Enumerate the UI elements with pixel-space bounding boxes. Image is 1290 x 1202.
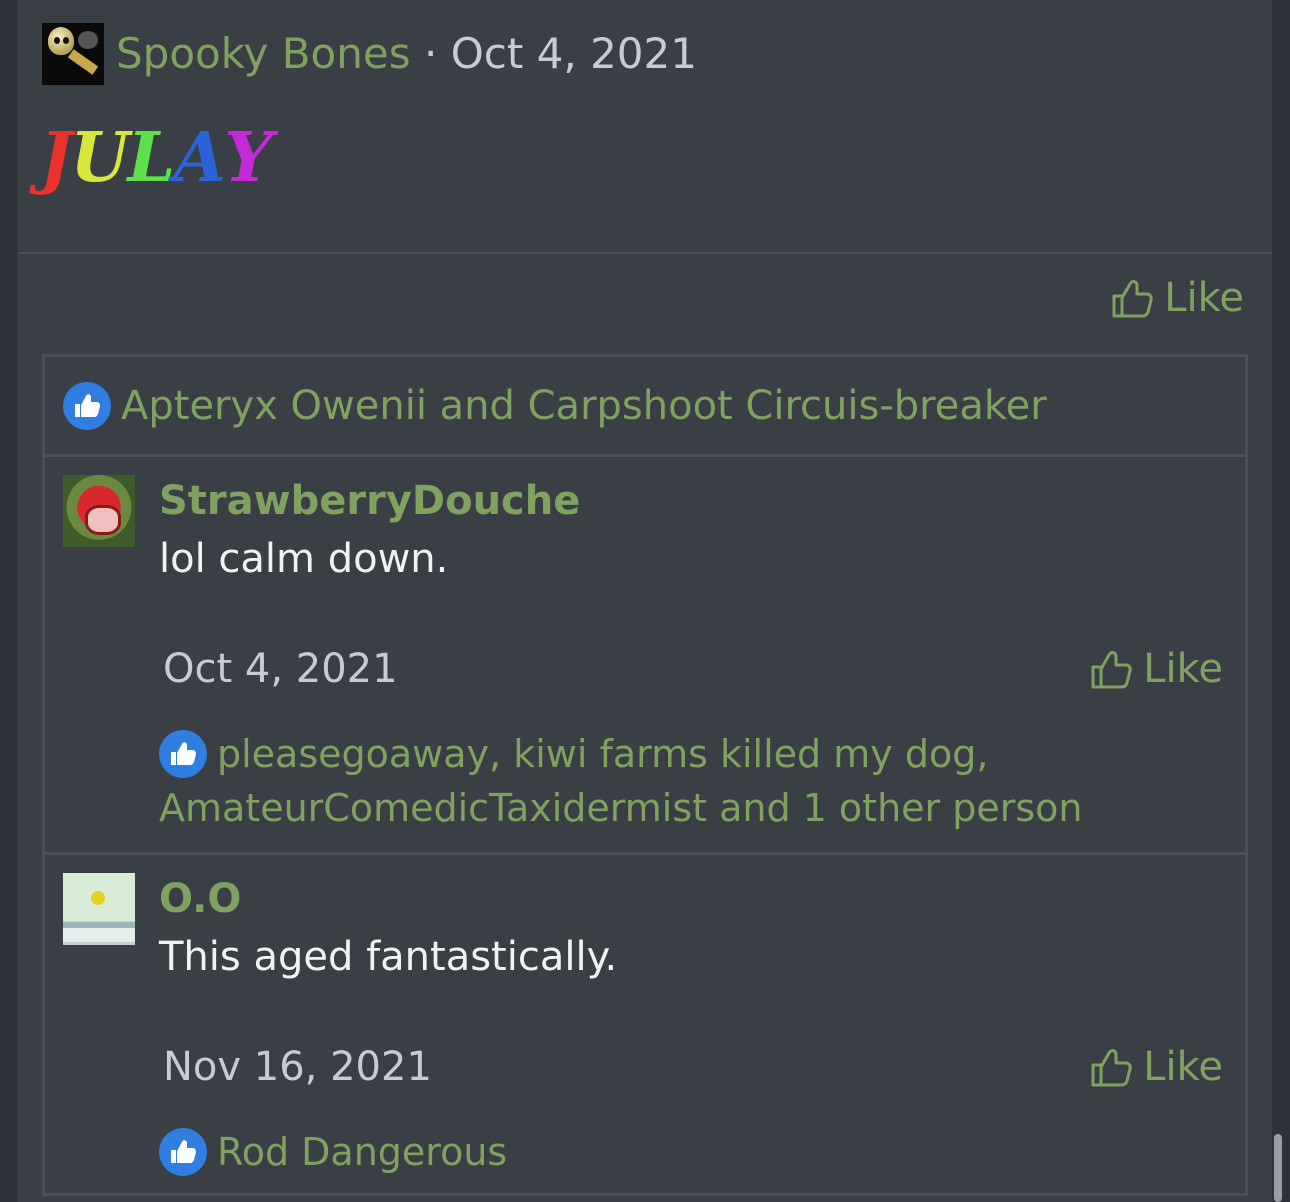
like-button[interactable]: Like [1089,643,1223,695]
post-author[interactable]: Spooky Bones [116,29,411,78]
reaction-summary[interactable]: Apteryx Owenii and Carpshoot Circuis-bre… [45,357,1245,457]
reaction-summary[interactable]: pleasegoaway, kiwi farms killed my dog, … [159,727,1219,835]
avatar[interactable] [42,23,104,85]
reaction-summary[interactable]: Rod Dangerous [159,1125,1219,1179]
post-content: JULAY [40,118,273,198]
reaction-names[interactable]: pleasegoaway, kiwi farms killed my dog, [217,727,988,781]
post-content-letter: Y [224,118,273,198]
avatar[interactable] [63,475,135,547]
comment-author[interactable]: StrawberryDouche [159,475,580,527]
post-header: Spooky Bones · Oct 4, 2021 [42,22,697,86]
comment: O.O This aged fantastically. Nov 16, 202… [45,855,1245,1199]
separator: · [423,29,438,78]
scrollbar[interactable] [1274,1134,1282,1202]
comment-author[interactable]: O.O [159,873,241,925]
comment-date[interactable]: Nov 16, 2021 [163,1041,432,1093]
reaction-like-icon [159,730,207,778]
comment-text: This aged fantastically. [159,934,618,980]
post-date[interactable]: Oct 4, 2021 [451,29,697,78]
reaction-like-icon [63,381,111,430]
divider [18,252,1272,254]
thumbs-up-outline-icon [1091,651,1132,689]
post-content-letter: U [70,118,129,198]
avatar[interactable] [63,873,135,945]
like-label: Like [1164,275,1244,321]
comment-text: lol calm down. [159,536,449,582]
thumbs-up-outline-icon [1091,1049,1132,1087]
like-label: Like [1143,646,1223,692]
reaction-like-icon [159,1128,207,1176]
comment-date[interactable]: Oct 4, 2021 [163,643,398,695]
like-button[interactable]: Like [1089,1041,1223,1093]
reaction-names[interactable]: Apteryx Owenii and Carpshoot Circuis-bre… [121,383,1047,429]
reaction-names[interactable]: Rod Dangerous [217,1125,507,1179]
reactions-and-comments: Apteryx Owenii and Carpshoot Circuis-bre… [42,354,1248,1196]
post-content-letter: J [40,118,72,198]
post-card: Spooky Bones · Oct 4, 2021 JULAY Like Ap… [18,0,1272,1202]
post-content-letter: A [173,118,226,198]
thumbs-up-outline-icon [1112,280,1153,318]
comment: StrawberryDouche lol calm down. Oct 4, 2… [45,457,1245,855]
like-button[interactable]: Like [1110,275,1244,321]
reaction-names[interactable]: AmateurComedicTaxidermist and 1 other pe… [159,781,1219,835]
like-label: Like [1143,1044,1223,1090]
post-content-letter: L [127,118,176,198]
